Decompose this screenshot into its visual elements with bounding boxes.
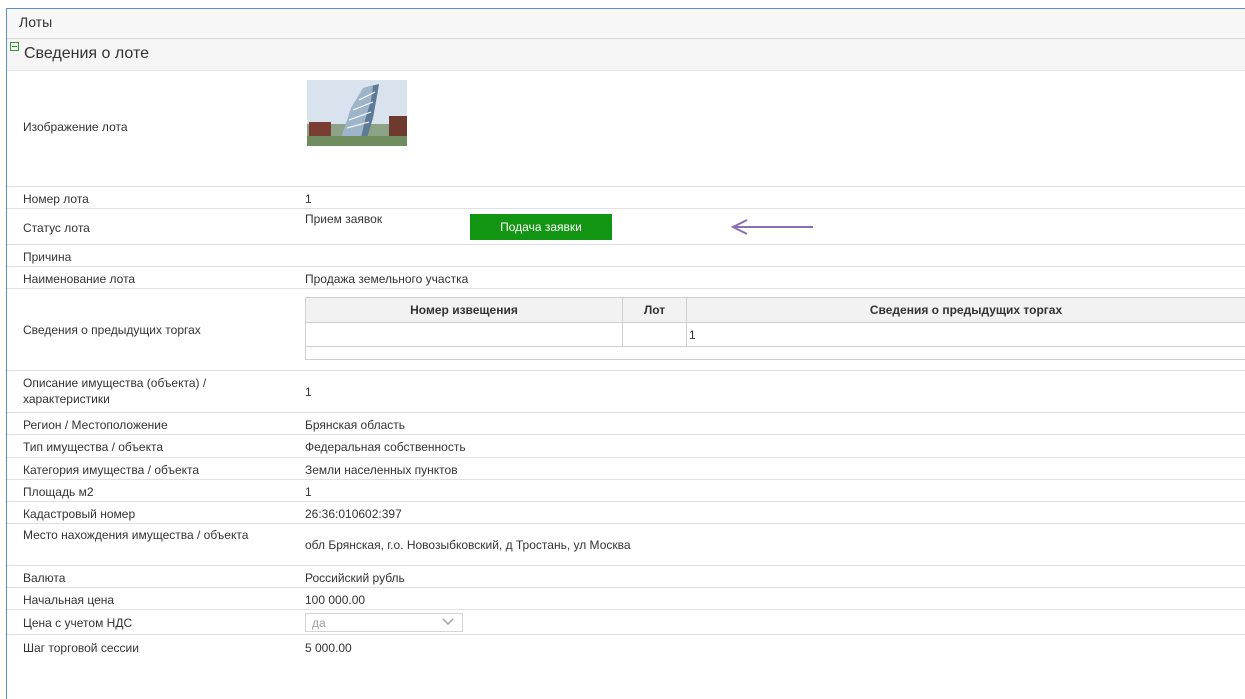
- section-title: Сведения о лоте: [24, 45, 149, 62]
- lot-number-value: 1: [305, 192, 312, 206]
- trading-step-label: Шаг торговой сессии: [23, 641, 139, 655]
- currency-label: Валюта: [23, 571, 66, 585]
- row-start-price: Начальная цена 100 000.00: [7, 588, 1245, 610]
- building-picture: [307, 80, 407, 146]
- row-location: Место нахождения имущества / объекта обл…: [7, 524, 1245, 566]
- currency-value: Российский рубль: [305, 571, 405, 585]
- start-price-value: 100 000.00: [305, 593, 366, 607]
- row-trading-step: Шаг торговой сессии 5 000.00: [7, 635, 1245, 657]
- column-header-lot[interactable]: Лот: [622, 297, 687, 323]
- area-label: Площадь м2: [23, 485, 94, 499]
- row-vat: Цена с учетом НДС да: [7, 610, 1245, 635]
- section-header[interactable]: Сведения о лоте: [7, 39, 1245, 71]
- previous-trades-table: Номер извещения Лот Сведения о предыдущи…: [305, 297, 1245, 347]
- page-title: Лоты: [19, 14, 53, 30]
- category-label: Категория имущества / объекта: [23, 463, 200, 477]
- table-cell-previous-trades: 1: [686, 322, 1245, 347]
- vat-select-value: да: [312, 616, 326, 630]
- column-header-notice-number[interactable]: Номер извещения: [305, 297, 623, 323]
- arrow-left-icon: [730, 219, 813, 235]
- row-status: Статус лота Прием заявок Подача заявки: [7, 209, 1245, 245]
- cadastral-number-label: Кадастровый номер: [23, 507, 136, 521]
- region-value: Брянская область: [305, 418, 405, 432]
- region-label: Регион / Местоположение: [23, 418, 168, 432]
- chevron-down-icon: [442, 618, 454, 626]
- location-label: Место нахождения имущества / объекта: [23, 528, 249, 542]
- row-lot-name: Наименование лота Продажа земельного уча…: [7, 267, 1245, 289]
- row-property-type: Тип имущества / объекта Федеральная собс…: [7, 435, 1245, 458]
- collapse-icon[interactable]: [10, 42, 19, 51]
- table-header-row: Номер извещения Лот Сведения о предыдущи…: [305, 297, 1245, 323]
- property-type-value: Федеральная собственность: [305, 440, 466, 454]
- row-lot-number: Номер лота 1: [7, 187, 1245, 209]
- previous-trades-label: Сведения о предыдущих торгах: [23, 323, 201, 337]
- row-previous-trades: Сведения о предыдущих торгах Номер извещ…: [7, 289, 1245, 371]
- lot-name-value: Продажа земельного участка: [305, 272, 469, 286]
- category-value: Земли населенных пунктов: [305, 463, 458, 477]
- description-value: 1: [305, 385, 312, 399]
- row-area: Площадь м2 1: [7, 480, 1245, 502]
- lot-name-label: Наименование лота: [23, 272, 136, 286]
- table-cell-lot: [622, 322, 687, 347]
- vat-select[interactable]: да: [305, 613, 463, 632]
- vat-label: Цена с учетом НДС: [23, 616, 133, 630]
- area-value: 1: [305, 485, 312, 499]
- reason-label: Причина: [23, 250, 72, 264]
- column-header-previous-trades[interactable]: Сведения о предыдущих торгах: [686, 297, 1245, 323]
- location-value: обл Брянская, г.о. Новозыбковский, д Тро…: [305, 538, 631, 552]
- row-category: Категория имущества / объекта Земли насе…: [7, 458, 1245, 480]
- page-header: Лоты: [7, 9, 1245, 39]
- start-price-label: Начальная цена: [23, 593, 115, 607]
- row-reason: Причина: [7, 245, 1245, 267]
- table-cell-notice-number: [305, 322, 623, 347]
- lot-number-label: Номер лота: [23, 192, 89, 206]
- row-currency: Валюта Российский рубль: [7, 566, 1245, 588]
- lot-panel: Лоты Сведения о лоте Изображение лота Но…: [6, 8, 1245, 699]
- row-region: Регион / Местоположение Брянская область: [7, 413, 1245, 435]
- status-label: Статус лота: [23, 221, 90, 235]
- table-row[interactable]: 1: [305, 322, 1245, 347]
- row-description: Описание имущества (объекта) / характери…: [7, 371, 1245, 413]
- image-label: Изображение лота: [23, 120, 128, 134]
- trading-step-value: 5 000.00: [305, 641, 352, 655]
- submit-application-button[interactable]: Подача заявки: [470, 214, 612, 240]
- property-type-label: Тип имущества / объекта: [23, 440, 163, 454]
- row-cadastral-number: Кадастровый номер 26:36:010602:397: [7, 502, 1245, 524]
- cadastral-number-value: 26:36:010602:397: [305, 507, 402, 521]
- lot-image[interactable]: [307, 80, 407, 146]
- status-value: Прием заявок: [305, 212, 383, 226]
- row-image: Изображение лота: [7, 72, 1245, 187]
- description-label: Описание имущества (объекта) / характери…: [23, 376, 207, 406]
- table-footer: [305, 346, 1245, 360]
